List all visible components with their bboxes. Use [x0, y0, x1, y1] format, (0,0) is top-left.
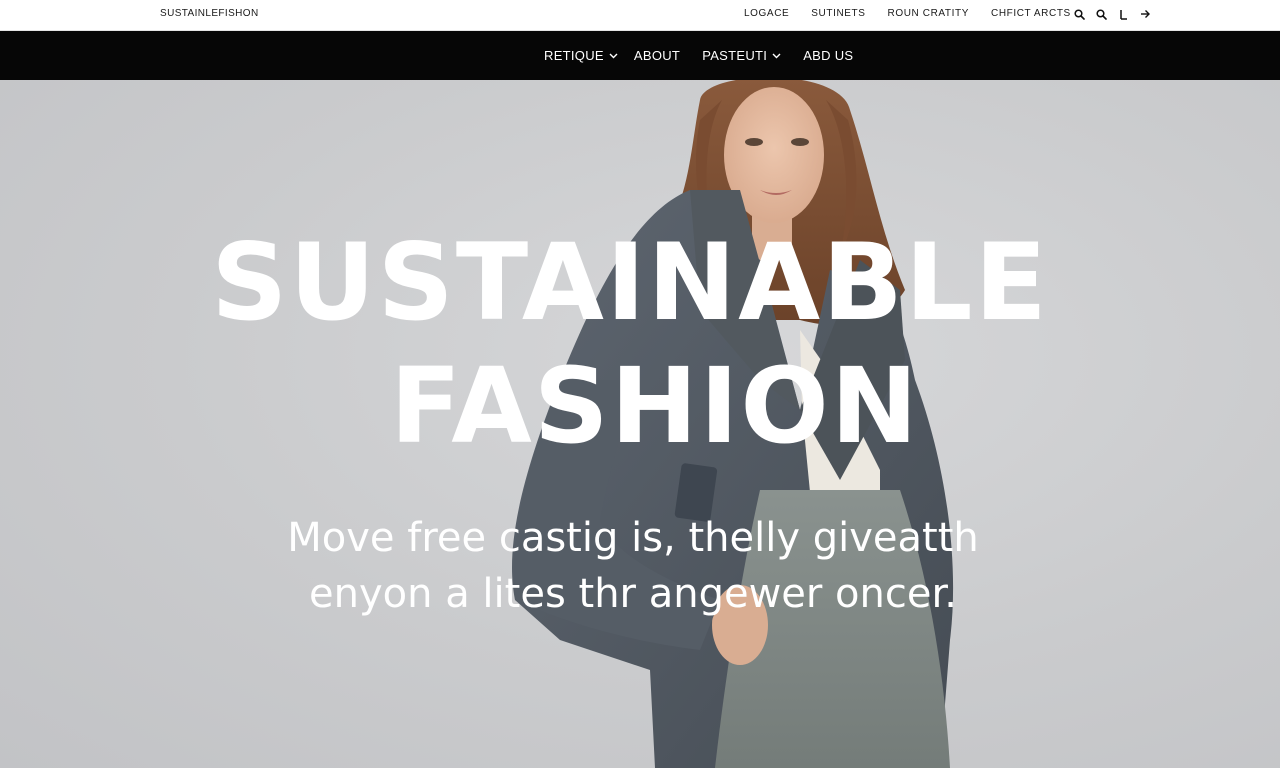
utility-link-roun-cratity[interactable]: ROUN CRATITY: [888, 8, 969, 19]
search-icon[interactable]: [1094, 6, 1108, 22]
nav-item-label: PASTEUTI: [702, 48, 768, 63]
arrow-right-icon[interactable]: [1138, 6, 1152, 22]
hero-tagline-line1: Move free castig is, thelly giveatth: [287, 515, 979, 561]
brand-logo[interactable]: SUSTAINLEFISHON: [160, 8, 259, 19]
nav-item-pasteuti[interactable]: PASTEUTI: [702, 48, 781, 63]
utility-link-logace[interactable]: LOGACE: [744, 8, 789, 19]
utility-icons: [1072, 6, 1152, 22]
chevron-down-icon: [772, 53, 781, 58]
nav-item-abd-us[interactable]: ABD US: [803, 48, 853, 63]
utility-link-sutinets[interactable]: SUTINETS: [811, 8, 865, 19]
hero-banner: SUSTAINABLE FASHION Move free castig is,…: [0, 80, 1280, 768]
nav-item-retique[interactable]: RETIQUE: [544, 48, 618, 63]
nav-item-label: ABD US: [803, 48, 854, 63]
nav-item-label: RETIQUE: [544, 48, 604, 63]
utility-links: LOGACE SUTINETS ROUN CRATITY CHFICT ARCT…: [744, 8, 1071, 19]
main-nav: RETIQUE ABOUT PASTEUTI ABD US: [0, 31, 1280, 80]
chevron-down-icon: [609, 53, 618, 58]
search-icon[interactable]: [1072, 6, 1086, 22]
hero-headline-line1: SUSTAINABLE: [211, 221, 1049, 344]
hero-tagline-line2: enyon a lites thr angewer oncer.: [309, 571, 957, 617]
nav-item-about[interactable]: ABOUT: [634, 48, 680, 63]
nav-menu: RETIQUE ABOUT PASTEUTI ABD US: [544, 31, 853, 80]
user-icon[interactable]: [1116, 6, 1130, 22]
utility-link-chfict-arcts[interactable]: CHFICT ARCTS: [991, 8, 1071, 19]
nav-item-label: ABOUT: [633, 48, 681, 63]
utility-bar: SUSTAINLEFISHON LOGACE SUTINETS ROUN CRA…: [0, 0, 1280, 31]
hero-headline-line2: FASHION: [390, 345, 920, 467]
hero-tagline: Move free castig is, thelly giveatth eny…: [0, 510, 1266, 622]
